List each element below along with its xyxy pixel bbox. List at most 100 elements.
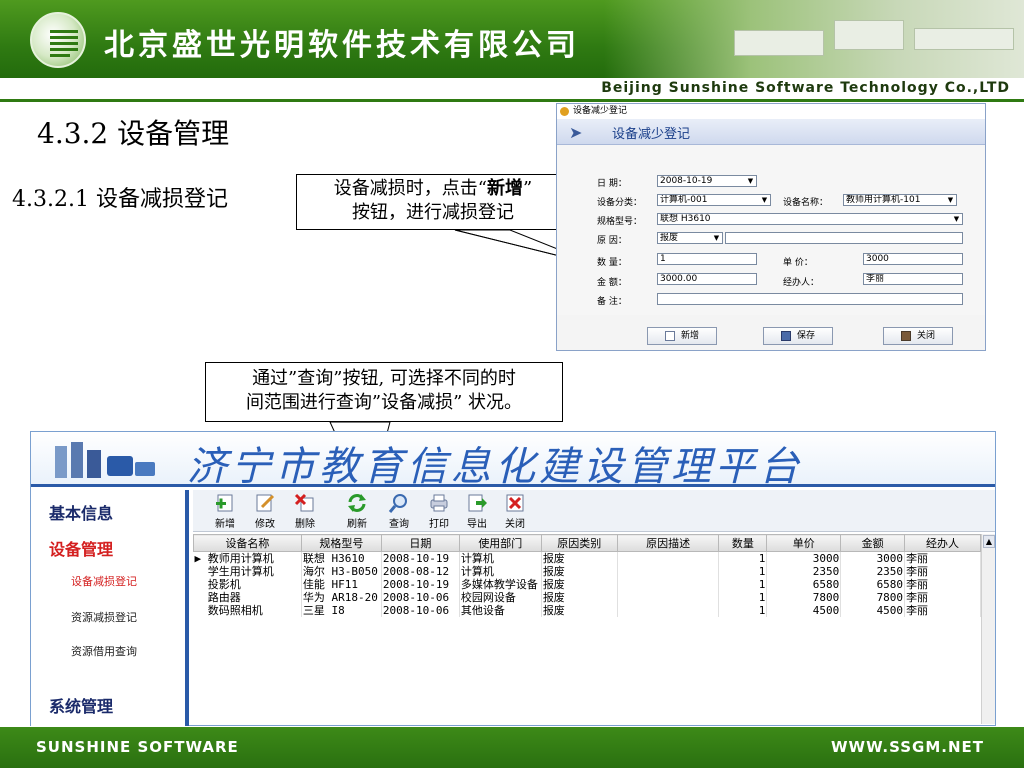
vertical-scrollbar[interactable]: ▲: [981, 534, 995, 724]
note-field[interactable]: [657, 293, 963, 305]
chevron-up-icon[interactable]: ▲: [983, 535, 995, 548]
sidebar-item-resource-loss[interactable]: 资源减损登记: [71, 609, 137, 625]
table-cell: 7800: [766, 591, 842, 604]
sidebar-item-device-loss[interactable]: 设备减损登记: [71, 573, 137, 589]
divider: [0, 99, 1024, 102]
col-header-reason-type[interactable]: 原因类别: [540, 534, 618, 552]
handler-field[interactable]: 李丽: [863, 273, 963, 285]
model-select[interactable]: 联想 H3610 ▼: [657, 213, 963, 225]
device-reduce-dialog: 设备减少登记 ➤ 设备减少登记 日 期： 2008-10-19 ▼ 设备分类： 计…: [556, 103, 986, 351]
table-cell: 4500: [840, 604, 906, 617]
sidebar-section-basic-info[interactable]: 基本信息: [49, 500, 113, 524]
building-photo: [604, 0, 1024, 78]
platform-logo-icon: [55, 442, 155, 478]
table-row[interactable]: 路由器 华为 AR18-20 2008-10-06 校园网设备 报废 1 780…: [193, 591, 981, 604]
table-cell: ▶ 教师用计算机: [193, 551, 302, 565]
export-button[interactable]: 导出: [459, 493, 495, 531]
col-header-reason-desc[interactable]: 原因描述: [616, 534, 720, 552]
table-row[interactable]: 数码照相机 三星 I8 2008-10-06 其他设备 报废 1 4500 45…: [193, 604, 981, 617]
edit-button[interactable]: 修改: [247, 493, 283, 531]
dialog-add-button[interactable]: 新增: [647, 327, 717, 345]
table-cell: [617, 578, 720, 591]
dialog-close-label: 关闭: [916, 331, 935, 341]
sidebar-section-system-mgmt[interactable]: 系统管理: [49, 693, 113, 717]
quantity-field[interactable]: 1: [657, 253, 757, 265]
reason-detail-field[interactable]: [725, 232, 963, 244]
chevron-down-icon[interactable]: ▼: [759, 195, 770, 205]
refresh-icon: [348, 494, 366, 512]
data-grid: 设备名称 规格型号 日期 使用部门 原因类别 原因描述 数量 单价 金额 经办人…: [193, 534, 981, 617]
delete-button[interactable]: 删除: [287, 493, 323, 531]
col-header-quantity[interactable]: 数量: [718, 534, 768, 552]
delete-icon: [294, 493, 314, 512]
category-value: 计算机-001: [660, 195, 708, 205]
table-cell: 2008-08-12: [381, 565, 460, 578]
footer-website: WWW.SSGM.NET: [830, 738, 984, 756]
table-cell: 数码照相机: [193, 604, 302, 617]
cell-text: 数码照相机: [207, 604, 263, 617]
chevron-down-icon[interactable]: ▼: [951, 214, 962, 224]
chevron-down-icon[interactable]: ▼: [945, 195, 956, 205]
table-row[interactable]: 投影机 佳能 HF11 2008-10-19 多媒体教学设备 报废 1 6580…: [193, 578, 981, 591]
dialog-header: ➤ 设备减少登记: [557, 119, 985, 145]
add-button[interactable]: 新增: [207, 493, 243, 531]
unit-price-field[interactable]: 3000: [863, 253, 963, 265]
table-cell: 其他设备: [459, 604, 542, 617]
table-row[interactable]: 学生用计算机 海尔 H3-B050 2008-08-12 计算机 报废 1 23…: [193, 565, 981, 578]
refresh-button[interactable]: 刷新: [339, 493, 375, 531]
col-header-amount[interactable]: 金额: [840, 534, 906, 552]
sidebar-item-resource-borrow[interactable]: 资源借用查询: [71, 643, 137, 659]
table-cell: 李丽: [904, 551, 981, 565]
table-cell: 李丽: [904, 578, 981, 591]
close-label: 关闭: [505, 519, 525, 530]
amount-label: 金 额：: [597, 278, 627, 288]
table-row[interactable]: ▶ 教师用计算机 联想 H3610 2008-10-19 计算机 报废 1 30…: [193, 551, 981, 565]
col-header-department[interactable]: 使用部门: [458, 534, 542, 552]
dialog-save-button[interactable]: 保存: [763, 327, 833, 345]
section-title: 4.3.2 设备管理: [37, 117, 230, 150]
cell-text: 路由器: [207, 591, 241, 604]
search-icon: [388, 494, 407, 513]
query-button[interactable]: 查询: [381, 493, 417, 531]
unit-price-label: 单 价：: [783, 258, 813, 268]
col-header-handler[interactable]: 经办人: [904, 534, 981, 552]
table-cell: 校园网设备: [459, 591, 542, 604]
print-button[interactable]: 打印: [421, 493, 457, 531]
col-header-unit-price[interactable]: 单价: [766, 534, 842, 552]
amount-field[interactable]: 3000.00: [657, 273, 757, 285]
col-header-model[interactable]: 规格型号: [300, 534, 382, 552]
table-cell: 1: [718, 591, 768, 604]
category-select[interactable]: 计算机-001 ▼: [657, 194, 771, 206]
chevron-down-icon[interactable]: ▼: [745, 176, 756, 186]
col-header-device-name[interactable]: 设备名称: [193, 534, 302, 552]
refresh-label: 刷新: [347, 519, 367, 530]
table-cell: 7800: [840, 591, 906, 604]
dialog-header-title: 设备减少登记: [612, 127, 691, 142]
table-cell: 报废: [541, 551, 618, 565]
add-hint-text: 设备减损时，点击“: [333, 178, 487, 199]
dialog-close-button[interactable]: 关闭: [883, 327, 953, 345]
add-hint-line2: 按钮，进行减损登记: [352, 202, 514, 223]
col-header-date[interactable]: 日期: [380, 534, 460, 552]
table-cell: 多媒体教学设备: [459, 578, 542, 591]
chevron-down-icon[interactable]: ▼: [711, 233, 722, 243]
cell-text: 教师用计算机: [207, 552, 274, 565]
note-label: 备 注：: [597, 297, 627, 307]
table-cell: [617, 591, 720, 604]
date-field[interactable]: 2008-10-19 ▼: [657, 175, 757, 187]
platform-title: 济宁市教育信息化建设管理平台: [187, 444, 803, 490]
table-cell: 3000: [766, 551, 842, 565]
edit-icon: [256, 494, 275, 512]
sidebar-section-device-mgmt[interactable]: 设备管理: [49, 536, 113, 560]
quantity-value: 1: [660, 254, 666, 264]
table-cell: 6580: [840, 578, 906, 591]
model-value: 联想 H3610: [660, 214, 711, 224]
printer-icon: [430, 494, 448, 512]
management-platform-window: 济宁市教育信息化建设管理平台 基本信息 设备管理 设备减损登记 资源减损登记 资…: [30, 431, 996, 726]
table-cell: 计算机: [459, 551, 542, 565]
close-button[interactable]: 关闭: [497, 493, 533, 531]
device-name-select[interactable]: 教师用计算机-101 ▼: [843, 194, 957, 206]
reason-select[interactable]: 报废 ▼: [657, 232, 723, 244]
table-cell: 2008-10-19: [381, 578, 460, 591]
export-label: 导出: [467, 519, 487, 530]
